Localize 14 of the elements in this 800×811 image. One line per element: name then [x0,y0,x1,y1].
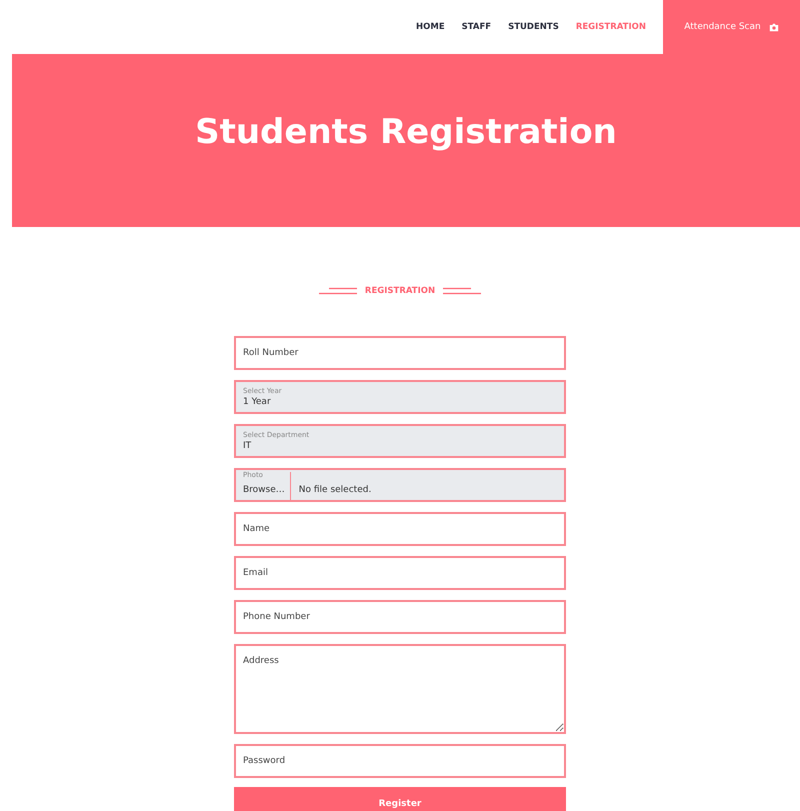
page-title: Students Registration [195,111,617,154]
section-title: REGISTRATION [364,286,436,296]
nav-link[interactable]: STAFF [462,22,492,32]
nav-link[interactable]: STUDENTS [508,22,559,32]
camera-icon [768,22,779,32]
input-field[interactable]: Email [234,556,566,590]
textarea-field[interactable]: Address [234,644,566,734]
input-field[interactable]: Phone Number [234,600,566,634]
input-field[interactable]: Password [234,744,566,778]
double-line-icon [318,287,357,295]
input-field[interactable]: Roll Number [234,336,566,370]
double-line-icon [443,287,482,295]
nav-link[interactable]: HOME [416,22,445,32]
input-field[interactable]: Name [234,512,566,546]
